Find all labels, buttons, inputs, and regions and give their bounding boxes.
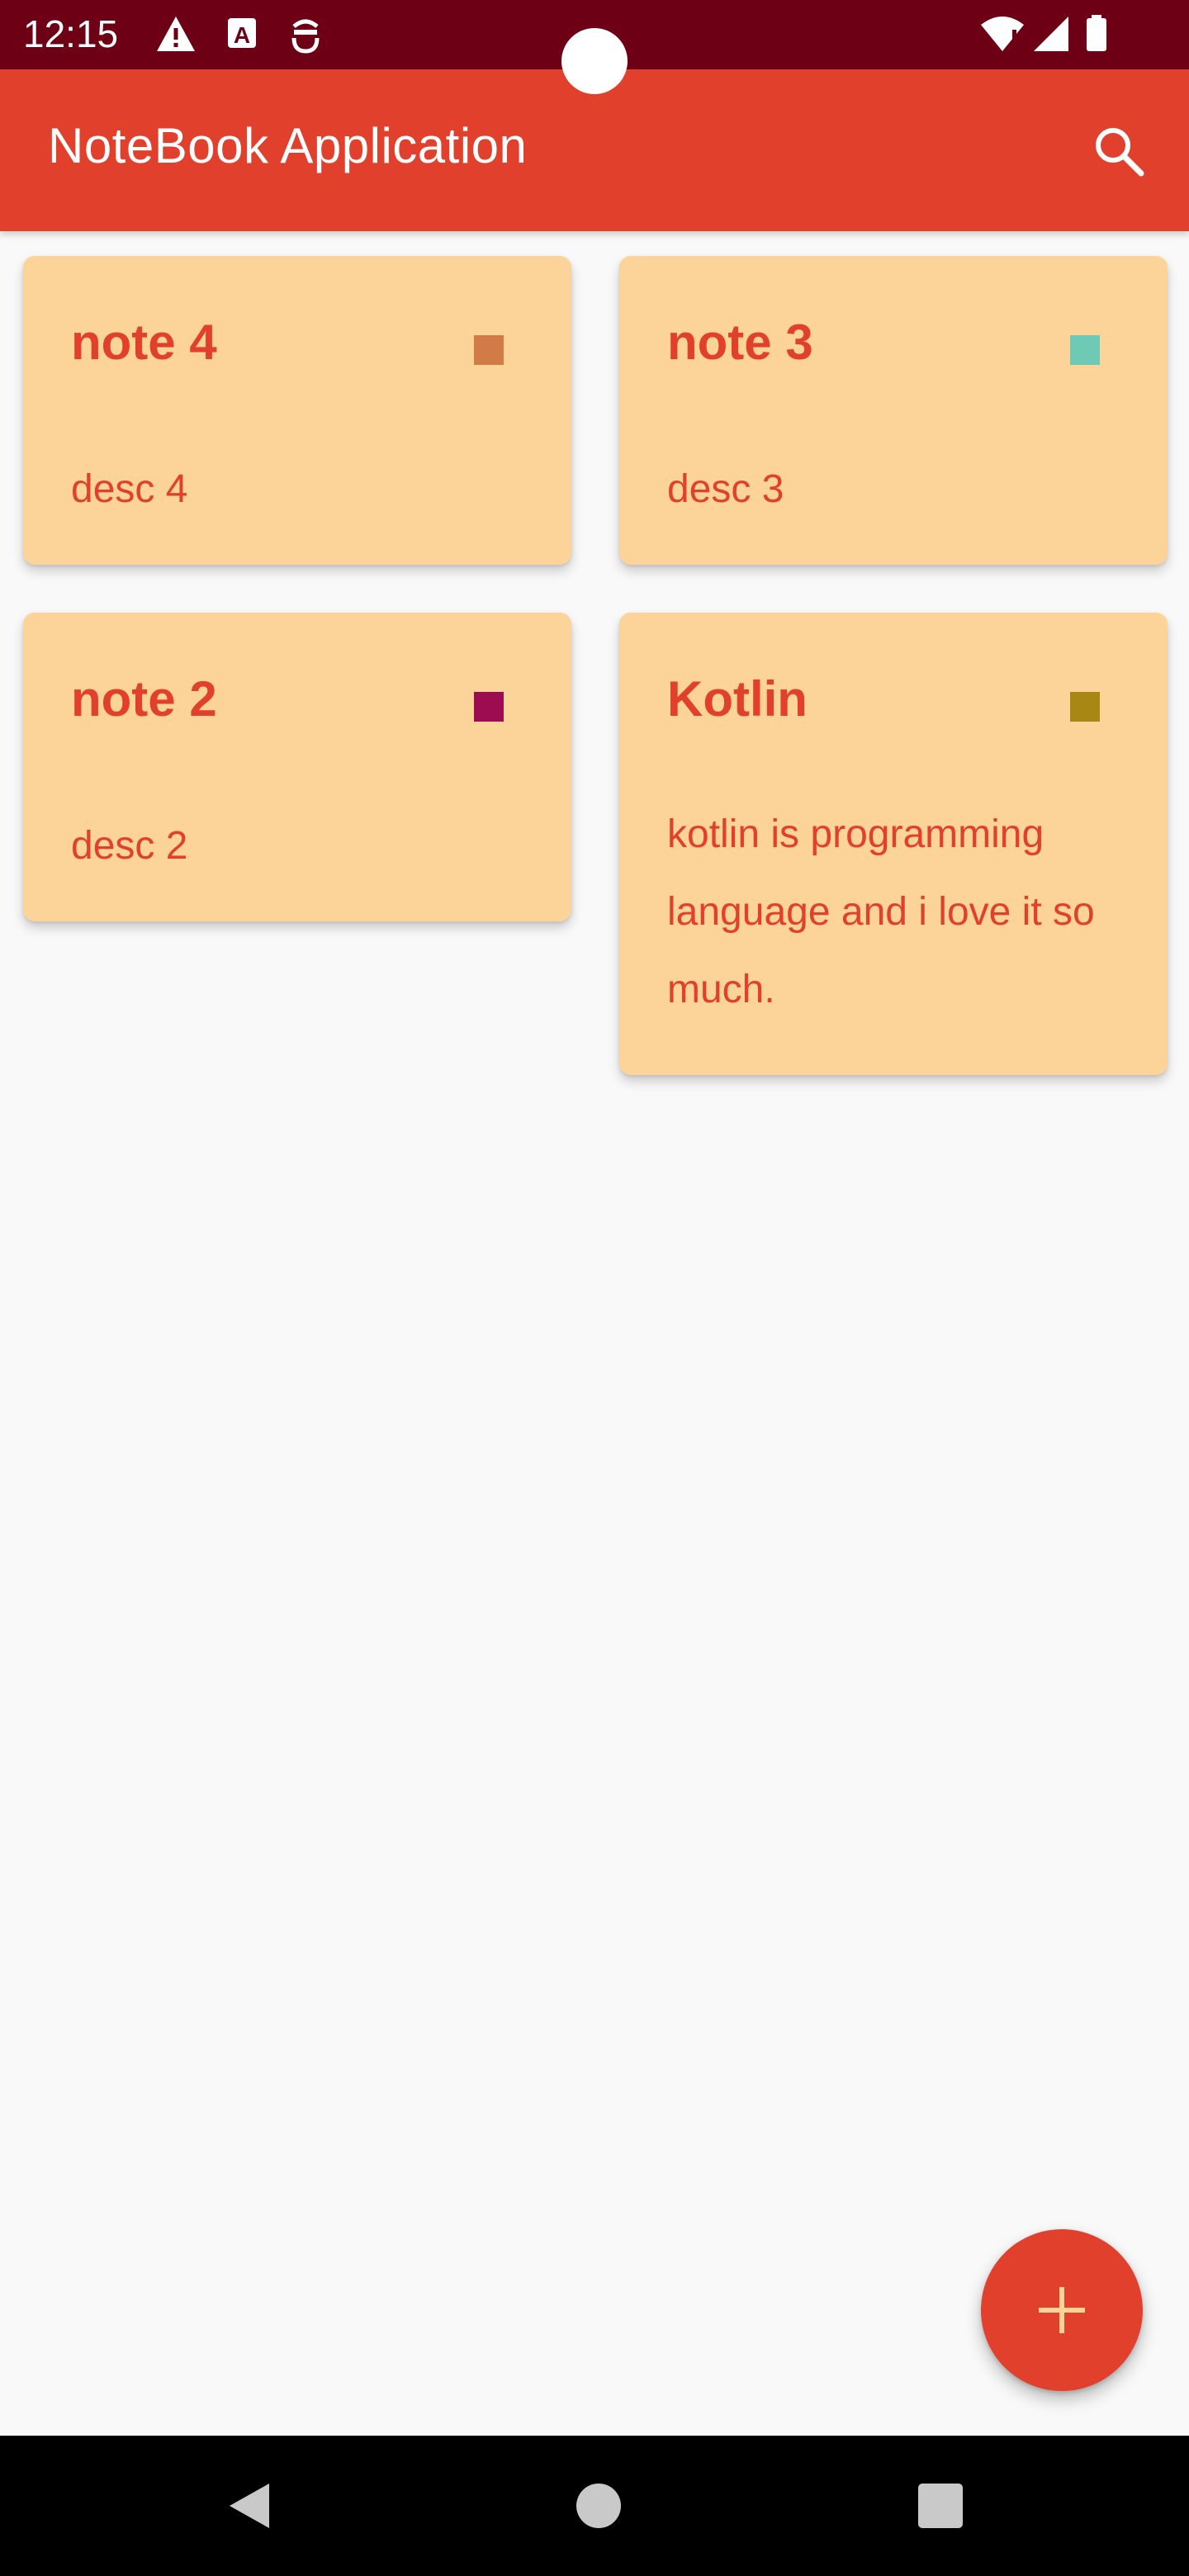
back-icon: [230, 2484, 269, 2528]
note-description: desc 3: [667, 467, 784, 511]
warning-icon: [155, 15, 197, 56]
recents-icon: [918, 2484, 963, 2528]
plus-icon: [1039, 2287, 1085, 2333]
camera-cutout: [561, 28, 628, 94]
note-title: note 2: [71, 671, 217, 727]
nav-back-button[interactable]: [221, 2477, 279, 2535]
note-description: desc 4: [71, 467, 188, 511]
note-color-indicator: [1070, 692, 1100, 722]
system-nav-bar: [0, 2436, 1189, 2576]
note-card[interactable]: note 3 desc 3: [619, 256, 1168, 565]
accessibility-a-icon: A: [226, 15, 259, 56]
bug-robot-icon: [289, 15, 322, 58]
nav-recents-button[interactable]: [912, 2477, 969, 2535]
search-button[interactable]: [1087, 119, 1153, 185]
home-icon: [576, 2484, 621, 2528]
note-card[interactable]: note 4 desc 4: [23, 256, 571, 565]
note-card[interactable]: note 2 desc 2: [23, 613, 571, 921]
battery-icon: [1085, 15, 1108, 56]
note-title: note 3: [667, 315, 813, 370]
note-color-indicator: [474, 335, 504, 365]
add-note-button[interactable]: [981, 2229, 1143, 2391]
note-title: note 4: [71, 315, 217, 370]
wifi-alert-icon: [979, 15, 1026, 56]
note-description: desc 2: [71, 824, 188, 868]
note-card[interactable]: Kotlin kotlin is programming language an…: [619, 613, 1168, 1075]
nav-home-button[interactable]: [570, 2477, 628, 2535]
search-icon: [1096, 128, 1144, 177]
note-color-indicator: [1070, 335, 1100, 365]
status-time: 12:15: [23, 12, 119, 55]
svg-text:A: A: [234, 22, 250, 48]
note-color-indicator: [474, 692, 504, 722]
note-description: kotlin is programming language and i lov…: [667, 812, 1095, 1011]
signal-icon: [1032, 15, 1070, 56]
app-title: NoteBook Application: [48, 118, 528, 173]
note-title: Kotlin: [667, 671, 808, 727]
